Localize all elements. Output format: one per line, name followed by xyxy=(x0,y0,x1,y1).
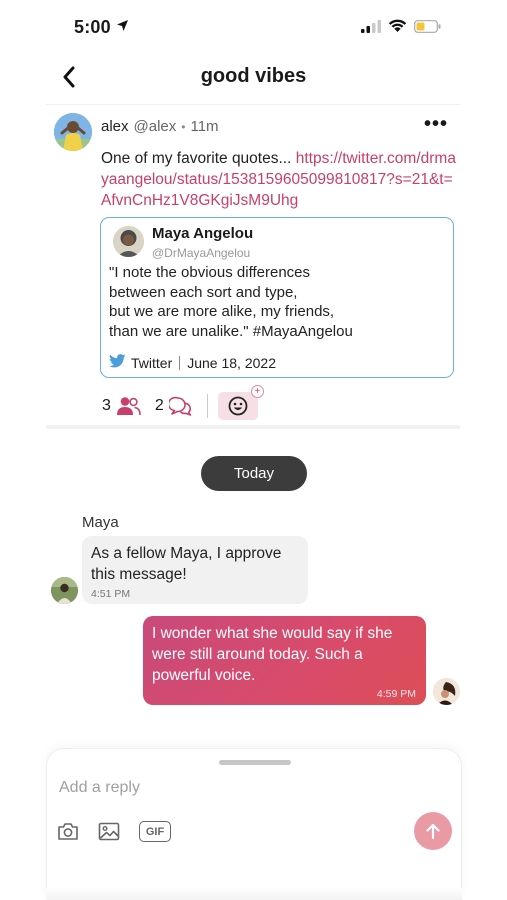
wifi-icon xyxy=(388,19,407,38)
message-text: As a fellow Maya, I approve this message… xyxy=(91,545,282,583)
composer-toolbar: GIF xyxy=(57,821,171,842)
message-sender-name: Maya xyxy=(82,514,119,531)
replies-icon xyxy=(168,396,192,416)
post-header: alex @alex • 11m xyxy=(101,118,219,135)
incoming-message-bubble[interactable]: As a fellow Maya, I approve this message… xyxy=(82,536,308,604)
send-button[interactable] xyxy=(414,812,452,850)
message-timestamp: 4:51 PM xyxy=(91,588,131,600)
quote-footer: Twitter June 18, 2022 xyxy=(108,354,276,371)
send-icon xyxy=(426,823,440,840)
camera-icon xyxy=(58,823,78,840)
post-author-name[interactable]: alex xyxy=(101,118,129,135)
location-arrow-icon xyxy=(116,19,129,37)
embedded-tweet-card[interactable]: Maya Angelou @DrMayaAngelou "I note the … xyxy=(100,217,454,378)
post-author-handle[interactable]: @alex xyxy=(134,118,177,135)
reply-composer: GIF xyxy=(46,748,462,900)
quote-date: June 18, 2022 xyxy=(187,354,276,371)
stats-divider xyxy=(206,394,208,418)
replies-count: 2 xyxy=(154,397,164,414)
post-stats: 3 2 + xyxy=(102,385,264,420)
reply-input[interactable] xyxy=(59,775,389,801)
members-stat[interactable]: 3 xyxy=(102,396,141,416)
post-text: One of my favorite quotes... xyxy=(101,150,296,167)
more-options-button[interactable]: ••• xyxy=(424,114,448,134)
message-text: I wonder what she would say if she were … xyxy=(152,625,393,684)
quote-source: Twitter xyxy=(131,354,173,371)
user-avatar[interactable] xyxy=(433,678,460,705)
date-separator: Today xyxy=(201,456,307,491)
gif-button[interactable]: GIF xyxy=(139,821,171,842)
post-author-avatar[interactable] xyxy=(54,113,92,151)
post-meta-separator: • xyxy=(181,119,186,134)
status-bar: 5:00 xyxy=(0,0,507,52)
status-indicators xyxy=(361,19,441,38)
status-time: 5:00 xyxy=(74,17,111,37)
image-icon xyxy=(98,822,120,841)
outgoing-message-bubble[interactable]: I wonder what she would say if she were … xyxy=(143,616,426,705)
nav-bar: good vibes xyxy=(0,52,507,104)
quote-footer-divider xyxy=(179,355,181,370)
replies-stat[interactable]: 2 xyxy=(155,396,193,416)
twitter-icon xyxy=(108,354,126,371)
post-card: alex @alex • 11m ••• One of my favorite … xyxy=(46,104,460,429)
post-timestamp: 11m xyxy=(190,118,219,135)
quote-author-avatar xyxy=(113,226,144,257)
camera-button[interactable] xyxy=(57,822,79,841)
battery-icon xyxy=(414,19,441,38)
emoji-icon xyxy=(228,396,248,416)
image-button[interactable] xyxy=(98,822,120,841)
drag-handle[interactable] xyxy=(219,760,291,765)
members-count: 3 xyxy=(102,397,111,414)
quote-author-handle: @DrMayaAngelou xyxy=(152,246,251,260)
post-body: One of my favorite quotes... https://twi… xyxy=(101,148,456,211)
add-reaction-plus-icon: + xyxy=(250,385,264,398)
signal-icon xyxy=(361,19,381,38)
add-reaction-button[interactable]: + xyxy=(217,385,264,420)
quote-text: "I note the obvious differences between … xyxy=(109,264,353,340)
keyboard-edge xyxy=(46,888,462,900)
message-timestamp: 4:59 PM xyxy=(376,688,416,700)
sender-avatar[interactable] xyxy=(51,577,78,604)
gif-icon: GIF xyxy=(145,825,165,838)
more-icon: ••• xyxy=(423,113,448,135)
page-title: good vibes xyxy=(200,65,307,87)
people-icon xyxy=(116,397,141,416)
quote-author-name: Maya Angelou xyxy=(152,225,254,242)
